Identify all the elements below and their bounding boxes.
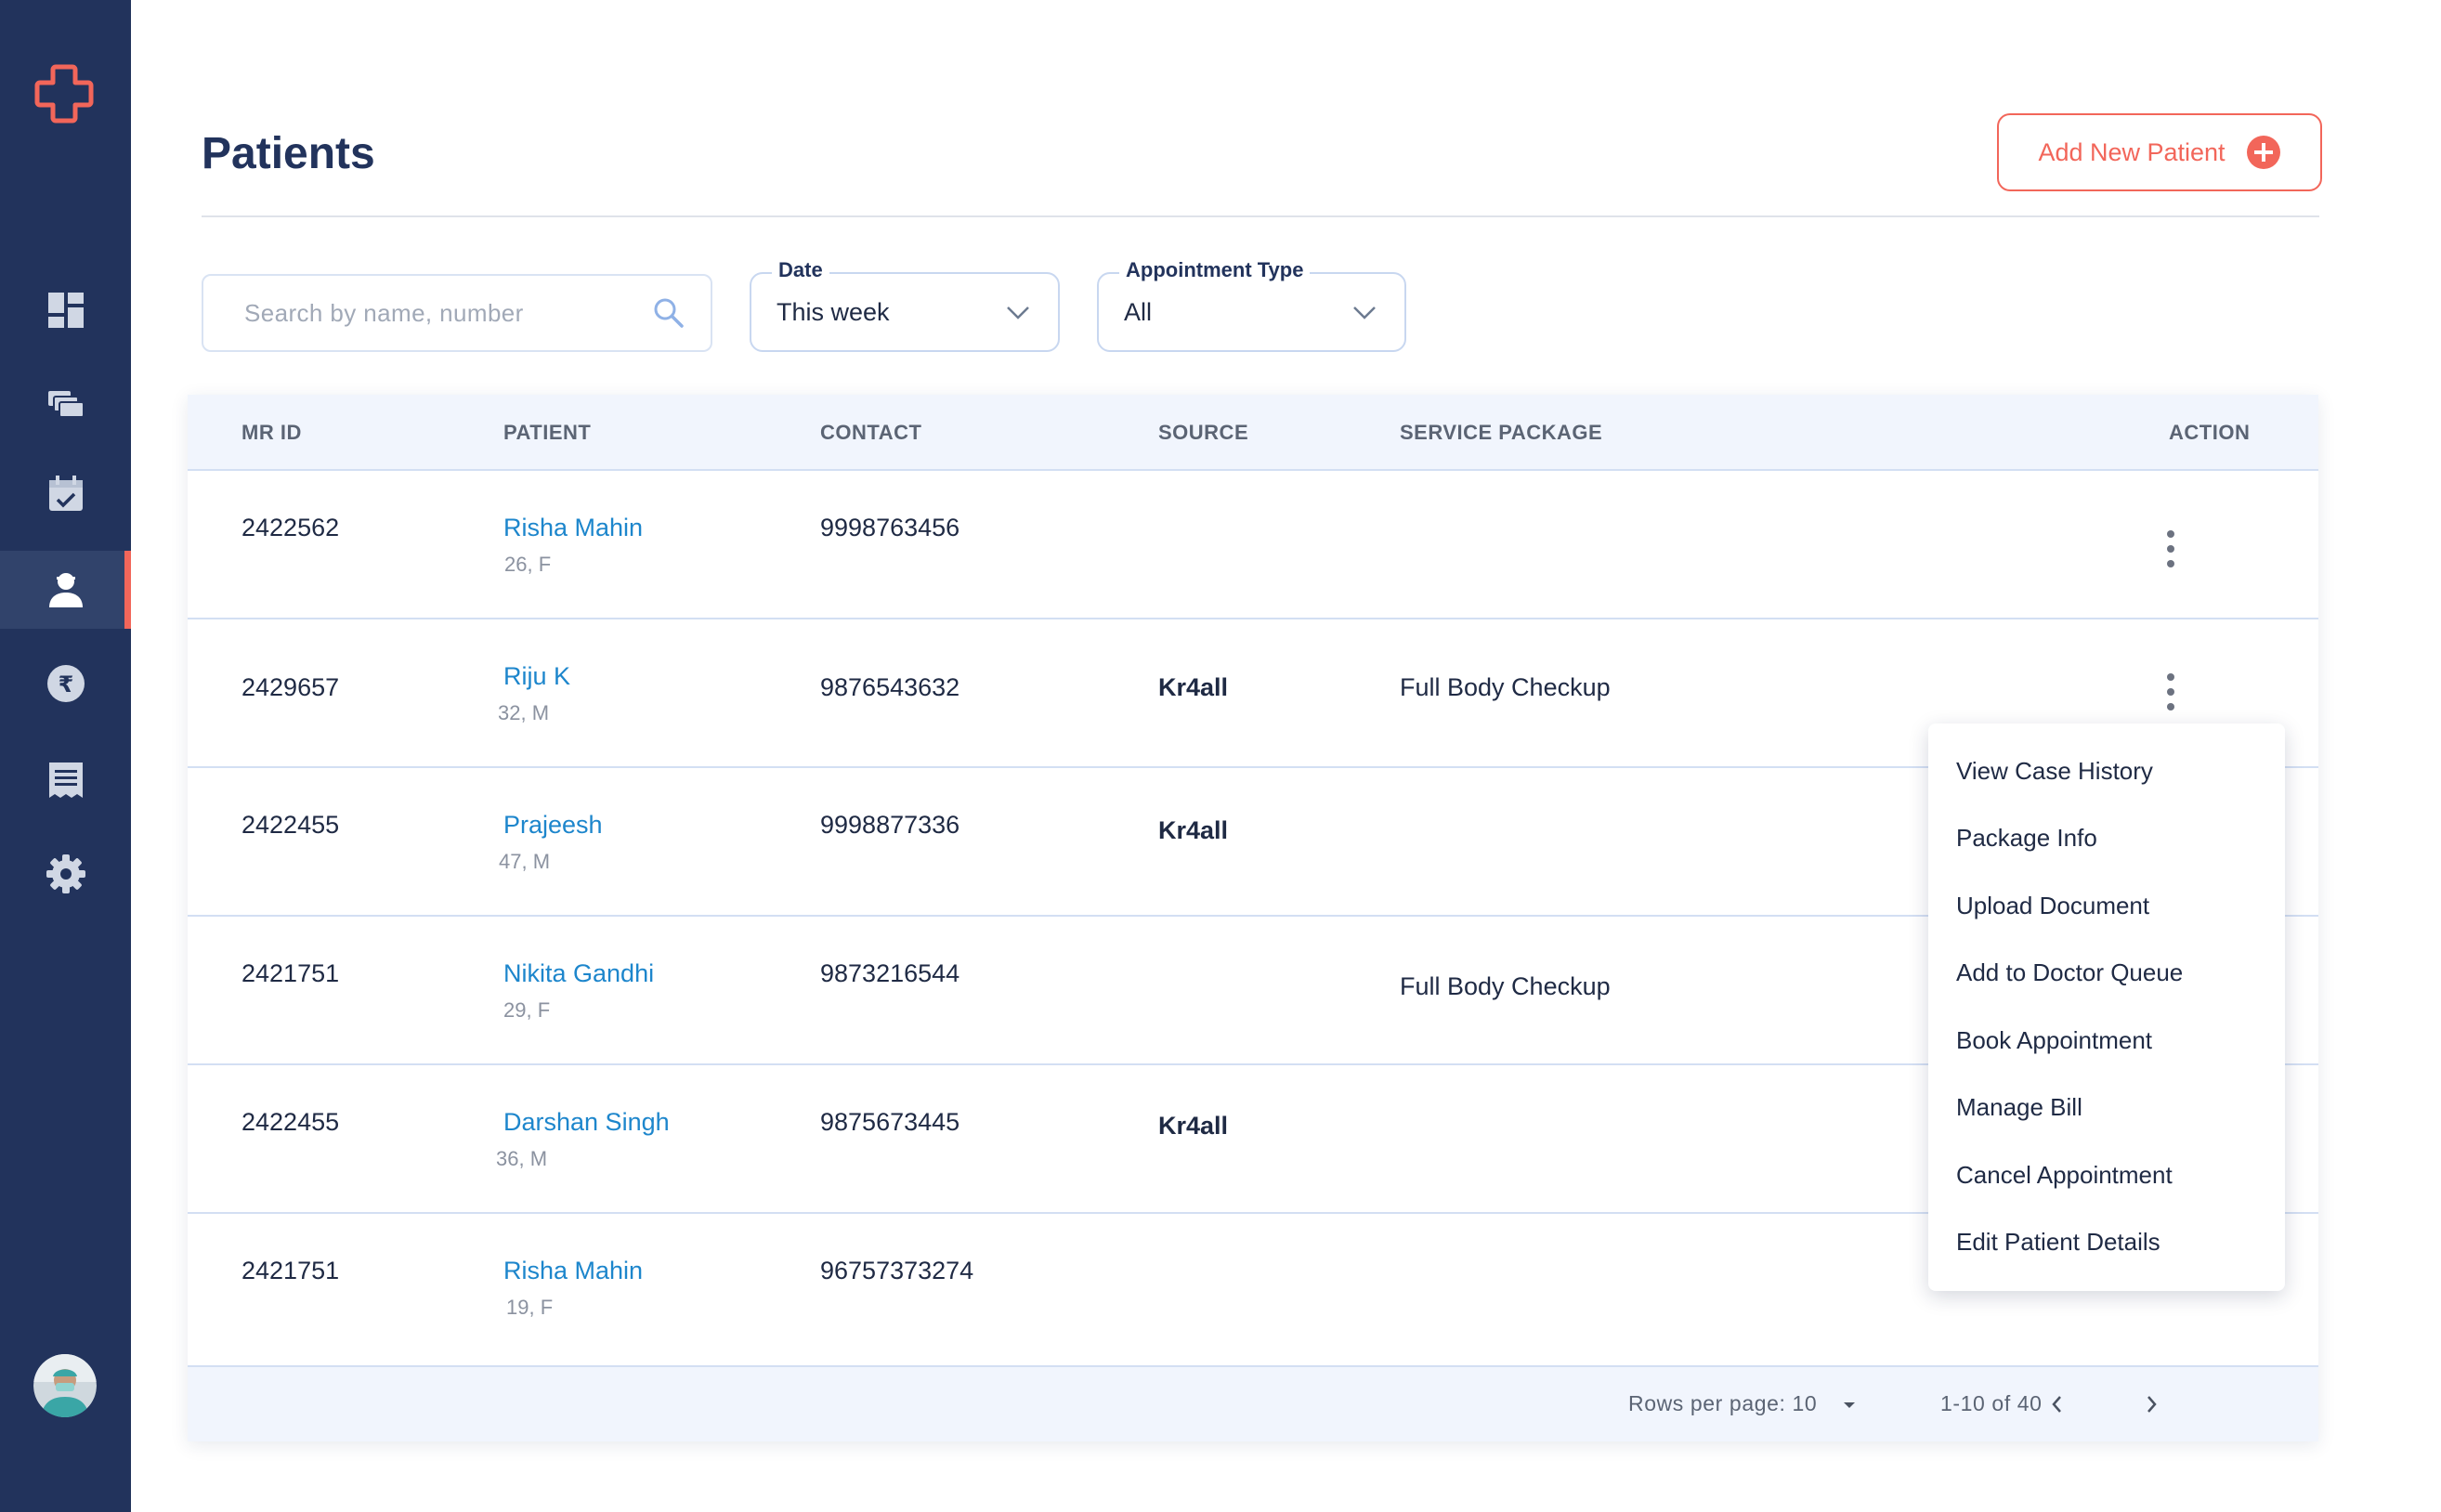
svg-text:₹: ₹ — [58, 671, 73, 697]
sidebar-item-reports[interactable] — [0, 741, 131, 819]
patient-name-link[interactable]: Riju K — [503, 662, 570, 691]
appointment-type-select[interactable]: Appointment Type All — [1097, 258, 1406, 352]
mr-id-cell: 2421751 — [241, 959, 340, 987]
clinic-logo-icon[interactable] — [33, 63, 95, 124]
source-cell: Kr4all — [1158, 816, 1229, 844]
chevron-left-icon — [2052, 1396, 2061, 1413]
patient-age-sex: 47, M — [499, 850, 551, 873]
sidebar-item-patients-list[interactable] — [0, 362, 131, 440]
dashboard-icon — [47, 293, 84, 328]
contact-cell: 9998877336 — [820, 811, 960, 839]
table-header: MR ID PATIENT CONTACT SOURCE SERVICE PAC… — [188, 395, 2318, 471]
contact-cell: 96757373274 — [820, 1257, 974, 1284]
menu-item-edit-patient-details[interactable]: Edit Patient Details — [1928, 1209, 2285, 1277]
row-action-menu: View Case History Package Info Upload Do… — [1928, 723, 2285, 1291]
more-vertical-icon — [2167, 673, 2174, 710]
user-avatar[interactable] — [33, 1354, 97, 1417]
contact-cell: 9876543632 — [820, 673, 960, 701]
pagination-range: 1-10 of 40 — [1940, 1391, 2043, 1415]
patient-age-sex: 19, F — [506, 1296, 554, 1319]
search-placeholder: Search by name, number — [244, 298, 524, 327]
sidebar-item-appointments[interactable] — [0, 455, 131, 533]
column-header-contact[interactable]: CONTACT — [820, 421, 921, 445]
patients-cards-icon — [47, 391, 85, 418]
settings-gear-icon — [46, 854, 85, 893]
receipt-icon — [48, 763, 83, 798]
menu-item-manage-bill[interactable]: Manage Bill — [1928, 1075, 2285, 1142]
mr-id-cell: 2421751 — [241, 1257, 340, 1284]
mr-id-cell: 2422455 — [241, 811, 340, 839]
add-new-patient-button[interactable]: Add New Patient — [1997, 113, 2322, 191]
column-header-mr-id[interactable]: MR ID — [241, 421, 302, 445]
menu-item-add-to-doctor-queue[interactable]: Add to Doctor Queue — [1928, 940, 2285, 1008]
date-select-value: This week — [777, 297, 890, 326]
menu-item-book-appointment[interactable]: Book Appointment — [1928, 1007, 2285, 1075]
appointment-type-value: All — [1124, 297, 1153, 326]
sidebar-item-dashboard[interactable] — [0, 271, 131, 349]
search-input[interactable]: Search by name, number — [202, 274, 712, 352]
source-cell: Kr4all — [1158, 1112, 1229, 1140]
sidebar-item-billing[interactable]: ₹ — [0, 645, 131, 723]
contact-cell: 9875673445 — [820, 1108, 960, 1136]
table-row[interactable]: 2422562 Risha Mahin 26, F 9998763456 — [188, 471, 2318, 619]
patient-name-link[interactable]: Prajeesh — [503, 811, 603, 840]
date-select[interactable]: Date This week — [750, 258, 1060, 352]
patient-name-link[interactable]: Nikita Gandhi — [503, 959, 654, 988]
patient-age-sex: 29, F — [503, 998, 551, 1022]
patient-age-sex: 36, M — [496, 1147, 548, 1170]
sidebar-item-settings[interactable] — [0, 835, 131, 913]
table-pagination: Rows per page: 10 1-10 of 40 — [188, 1365, 2318, 1441]
date-select-label: Date — [772, 258, 829, 282]
mr-id-cell: 2429657 — [241, 673, 340, 701]
menu-item-upload-document[interactable]: Upload Document — [1928, 872, 2285, 940]
sidebar-item-patients[interactable] — [0, 551, 131, 629]
source-cell: Kr4all — [1158, 673, 1229, 701]
doctor-avatar-icon — [33, 1354, 97, 1417]
caret-down-icon[interactable] — [1839, 1395, 1860, 1415]
add-new-patient-label: Add New Patient — [2038, 137, 2226, 166]
appointment-type-label: Appointment Type — [1119, 258, 1311, 282]
column-header-patient[interactable]: PATIENT — [503, 421, 591, 445]
menu-item-view-case-history[interactable]: View Case History — [1928, 737, 2285, 805]
rupee-icon: ₹ — [46, 665, 85, 702]
next-page-button[interactable] — [2133, 1384, 2170, 1425]
more-vertical-icon — [2167, 530, 2174, 567]
previous-page-button[interactable] — [2039, 1384, 2076, 1425]
patient-name-link[interactable]: Risha Mahin — [503, 514, 643, 542]
header-divider — [202, 215, 2319, 217]
menu-item-cancel-appointment[interactable]: Cancel Appointment — [1928, 1141, 2285, 1209]
sidebar: ₹ — [0, 0, 131, 1512]
column-header-source[interactable]: SOURCE — [1158, 421, 1248, 445]
contact-cell: 9998763456 — [820, 514, 960, 541]
patient-age-sex: 32, M — [498, 701, 550, 724]
row-action-menu-button[interactable] — [2152, 666, 2189, 718]
service-package-cell: Full Body Checkup — [1400, 972, 1611, 1000]
chevron-down-icon — [1353, 306, 1376, 319]
column-header-service-package[interactable]: SERVICE PACKAGE — [1400, 421, 1602, 445]
patient-name-link[interactable]: Risha Mahin — [503, 1257, 643, 1285]
chevron-right-icon — [2147, 1396, 2157, 1413]
row-action-menu-button[interactable] — [2152, 523, 2189, 575]
menu-item-package-info[interactable]: Package Info — [1928, 805, 2285, 873]
chevron-down-icon — [1007, 306, 1029, 319]
patient-name-link[interactable]: Darshan Singh — [503, 1108, 670, 1137]
contact-cell: 9873216544 — [820, 959, 960, 987]
calendar-check-icon — [48, 476, 83, 511]
search-icon[interactable] — [651, 295, 686, 331]
column-header-action: ACTION — [2169, 421, 2251, 444]
rows-per-page-label: Rows per page: 10 — [1628, 1391, 1818, 1415]
page-title: Patients — [202, 129, 375, 178]
patient-user-icon — [48, 573, 83, 607]
patient-age-sex: 26, F — [504, 553, 552, 576]
service-package-cell: Full Body Checkup — [1400, 673, 1611, 701]
mr-id-cell: 2422562 — [241, 514, 340, 541]
plus-circle-icon — [2246, 136, 2280, 169]
mr-id-cell: 2422455 — [241, 1108, 340, 1136]
